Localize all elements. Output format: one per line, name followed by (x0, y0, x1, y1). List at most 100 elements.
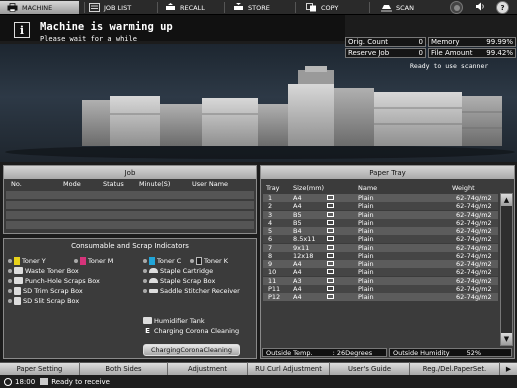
status-time: 18:00 (15, 377, 36, 386)
tray-weight: 62-74g/m2 (456, 276, 492, 285)
stitcher-icon (149, 288, 158, 293)
job-row[interactable] (6, 221, 254, 230)
charging-corona-cleaning-button[interactable]: ChargingCoronaCleaning (143, 344, 240, 356)
toner-m-indicator: Toner M (74, 256, 113, 265)
recall-icon (164, 3, 176, 13)
power-saver-button[interactable] (450, 1, 463, 14)
tab-divider (369, 2, 370, 13)
copy-icon (305, 3, 317, 13)
tray-size: A4 (293, 268, 302, 277)
paper-tray-row[interactable]: 10 A4 Plain 62-74g/m2 (263, 268, 498, 277)
tray-scrollbar[interactable]: ▲ ▼ (500, 193, 513, 346)
volume-button[interactable] (473, 1, 486, 14)
tray-number: 7 (268, 243, 273, 252)
tray-paper-name: Plain (358, 276, 374, 285)
paper-tray-row[interactable]: 11 A3 Plain 62-74g/m2 (263, 276, 498, 285)
tray-size: A4 (293, 284, 302, 293)
tank-icon (143, 317, 152, 324)
paper-orientation-icon (327, 203, 334, 209)
chevron-up-icon: ▲ (503, 196, 510, 204)
paper-tray-row[interactable]: 1 A4 Plain 62-74g/m2 (263, 194, 498, 202)
paper-tray-row[interactable]: 6 8.5x11 Plain 62-74g/m2 (263, 235, 498, 244)
tray-paper-name: Plain (358, 210, 374, 219)
tray-number: 4 (268, 218, 273, 227)
job-panel: Job No. Mode Status Minute(S) User Name (3, 165, 257, 234)
memory-box: Memory 99.99% (428, 37, 516, 47)
paper-tray-row[interactable]: 3 B5 Plain 62-74g/m2 (263, 210, 498, 219)
users-guide-button[interactable]: User's Guide (330, 362, 410, 375)
tray-weight: 62-74g/m2 (456, 251, 492, 260)
adjustment-button[interactable]: Adjustment (168, 362, 248, 375)
paper-tray-row[interactable]: P11 A4 Plain 62-74g/m2 (263, 284, 498, 293)
tray-weight: 62-74g/m2 (456, 293, 492, 301)
tray-column-tray: Tray (266, 184, 280, 192)
sd-trim-label: SD Trim Scrap Box (23, 286, 83, 295)
tab-scan[interactable]: SCAN (380, 1, 436, 14)
scroll-up-button[interactable]: ▲ (501, 194, 512, 206)
ru-curl-adjustment-button[interactable]: RU Curl Adjustment (248, 362, 330, 375)
file-amount-label: File Amount (431, 49, 473, 57)
paper-tray-row[interactable]: 2 A4 Plain 62-74g/m2 (263, 202, 498, 211)
tray-weight: 62-74g/m2 (456, 218, 492, 227)
file-amount-value: 99.42% (486, 49, 513, 57)
job-list-icon (88, 3, 100, 13)
tray-size: B5 (293, 210, 302, 219)
help-button[interactable]: ? (496, 1, 509, 14)
paper-orientation-icon (327, 228, 334, 233)
toner-icon (196, 256, 202, 265)
paper-orientation-icon (327, 195, 334, 200)
job-column-mode: Mode (63, 180, 81, 188)
orig-count-value: 0 (418, 38, 423, 46)
tray-size: A4 (293, 194, 302, 202)
paper-tray-row[interactable]: 7 9x11 Plain 62-74g/m2 (263, 243, 498, 252)
reserve-job-label: Reserve Job (348, 49, 390, 57)
tray-size: A4 (293, 293, 302, 301)
paper-orientation-icon (327, 294, 334, 299)
next-page-button[interactable]: ▶ (500, 362, 517, 375)
paper-tray-row[interactable]: P12 A4 Plain 62-74g/m2 (263, 293, 498, 301)
outside-humidity-value: 52% (466, 348, 482, 357)
status-dot (74, 258, 78, 263)
tab-machine[interactable]: MACHINE (0, 1, 79, 14)
tab-divider (157, 2, 158, 13)
status-message: Ready to receive (51, 377, 110, 386)
tray-paper-name: Plain (358, 251, 374, 260)
tray-weight: 62-74g/m2 (456, 202, 492, 211)
reg-del-paper-set-button[interactable]: Reg./Del.PaperSet. (410, 362, 500, 375)
tab-label: MACHINE (22, 3, 53, 12)
tab-copy[interactable]: COPY (305, 1, 365, 14)
paper-orientation-icon (327, 261, 334, 266)
tray-size: A3 (293, 276, 302, 285)
both-sides-button[interactable]: Both Sides (80, 362, 168, 375)
staple-cartridge-label: Staple Cartridge (160, 266, 214, 275)
paper-orientation-icon (327, 277, 334, 283)
tray-number: P11 (268, 284, 281, 293)
status-dot (143, 258, 147, 263)
paper-tray-row[interactable]: 8 12x18 Plain 62-74g/m2 (263, 251, 498, 260)
paper-tray-row[interactable]: 4 B5 Plain 62-74g/m2 (263, 218, 498, 227)
tab-job-list[interactable]: JOB LIST (88, 1, 154, 14)
tray-size: 9x11 (293, 243, 310, 252)
tray-size: 12x18 (293, 251, 314, 260)
speaker-icon (475, 2, 485, 13)
tray-paper-name: Plain (358, 218, 374, 227)
tray-paper-name: Plain (358, 268, 374, 277)
tab-divider (224, 2, 225, 13)
tab-store[interactable]: STORE (232, 1, 288, 14)
scroll-down-button[interactable]: ▼ (501, 333, 512, 345)
waste-toner-label: Waste Toner Box (25, 266, 79, 275)
paper-tray-row[interactable]: 9 A4 Plain 62-74g/m2 (263, 260, 498, 268)
job-row[interactable] (6, 201, 254, 210)
status-bar: 18:00 Ready to receive (0, 375, 517, 388)
paper-tray-row[interactable]: 5 B4 Plain 62-74g/m2 (263, 227, 498, 235)
job-row[interactable] (6, 211, 254, 220)
clock-icon (4, 377, 12, 386)
charging-corona-indicator: E Charging Corona Cleaning (143, 326, 239, 335)
tray-paper-name: Plain (358, 235, 374, 244)
status-dot (190, 258, 194, 263)
job-row[interactable] (6, 191, 254, 200)
tray-weight: 62-74g/m2 (456, 243, 492, 252)
tab-recall[interactable]: RECALL (164, 1, 220, 14)
paper-setting-button[interactable]: Paper Setting (0, 362, 80, 375)
tray-weight: 62-74g/m2 (456, 284, 492, 293)
